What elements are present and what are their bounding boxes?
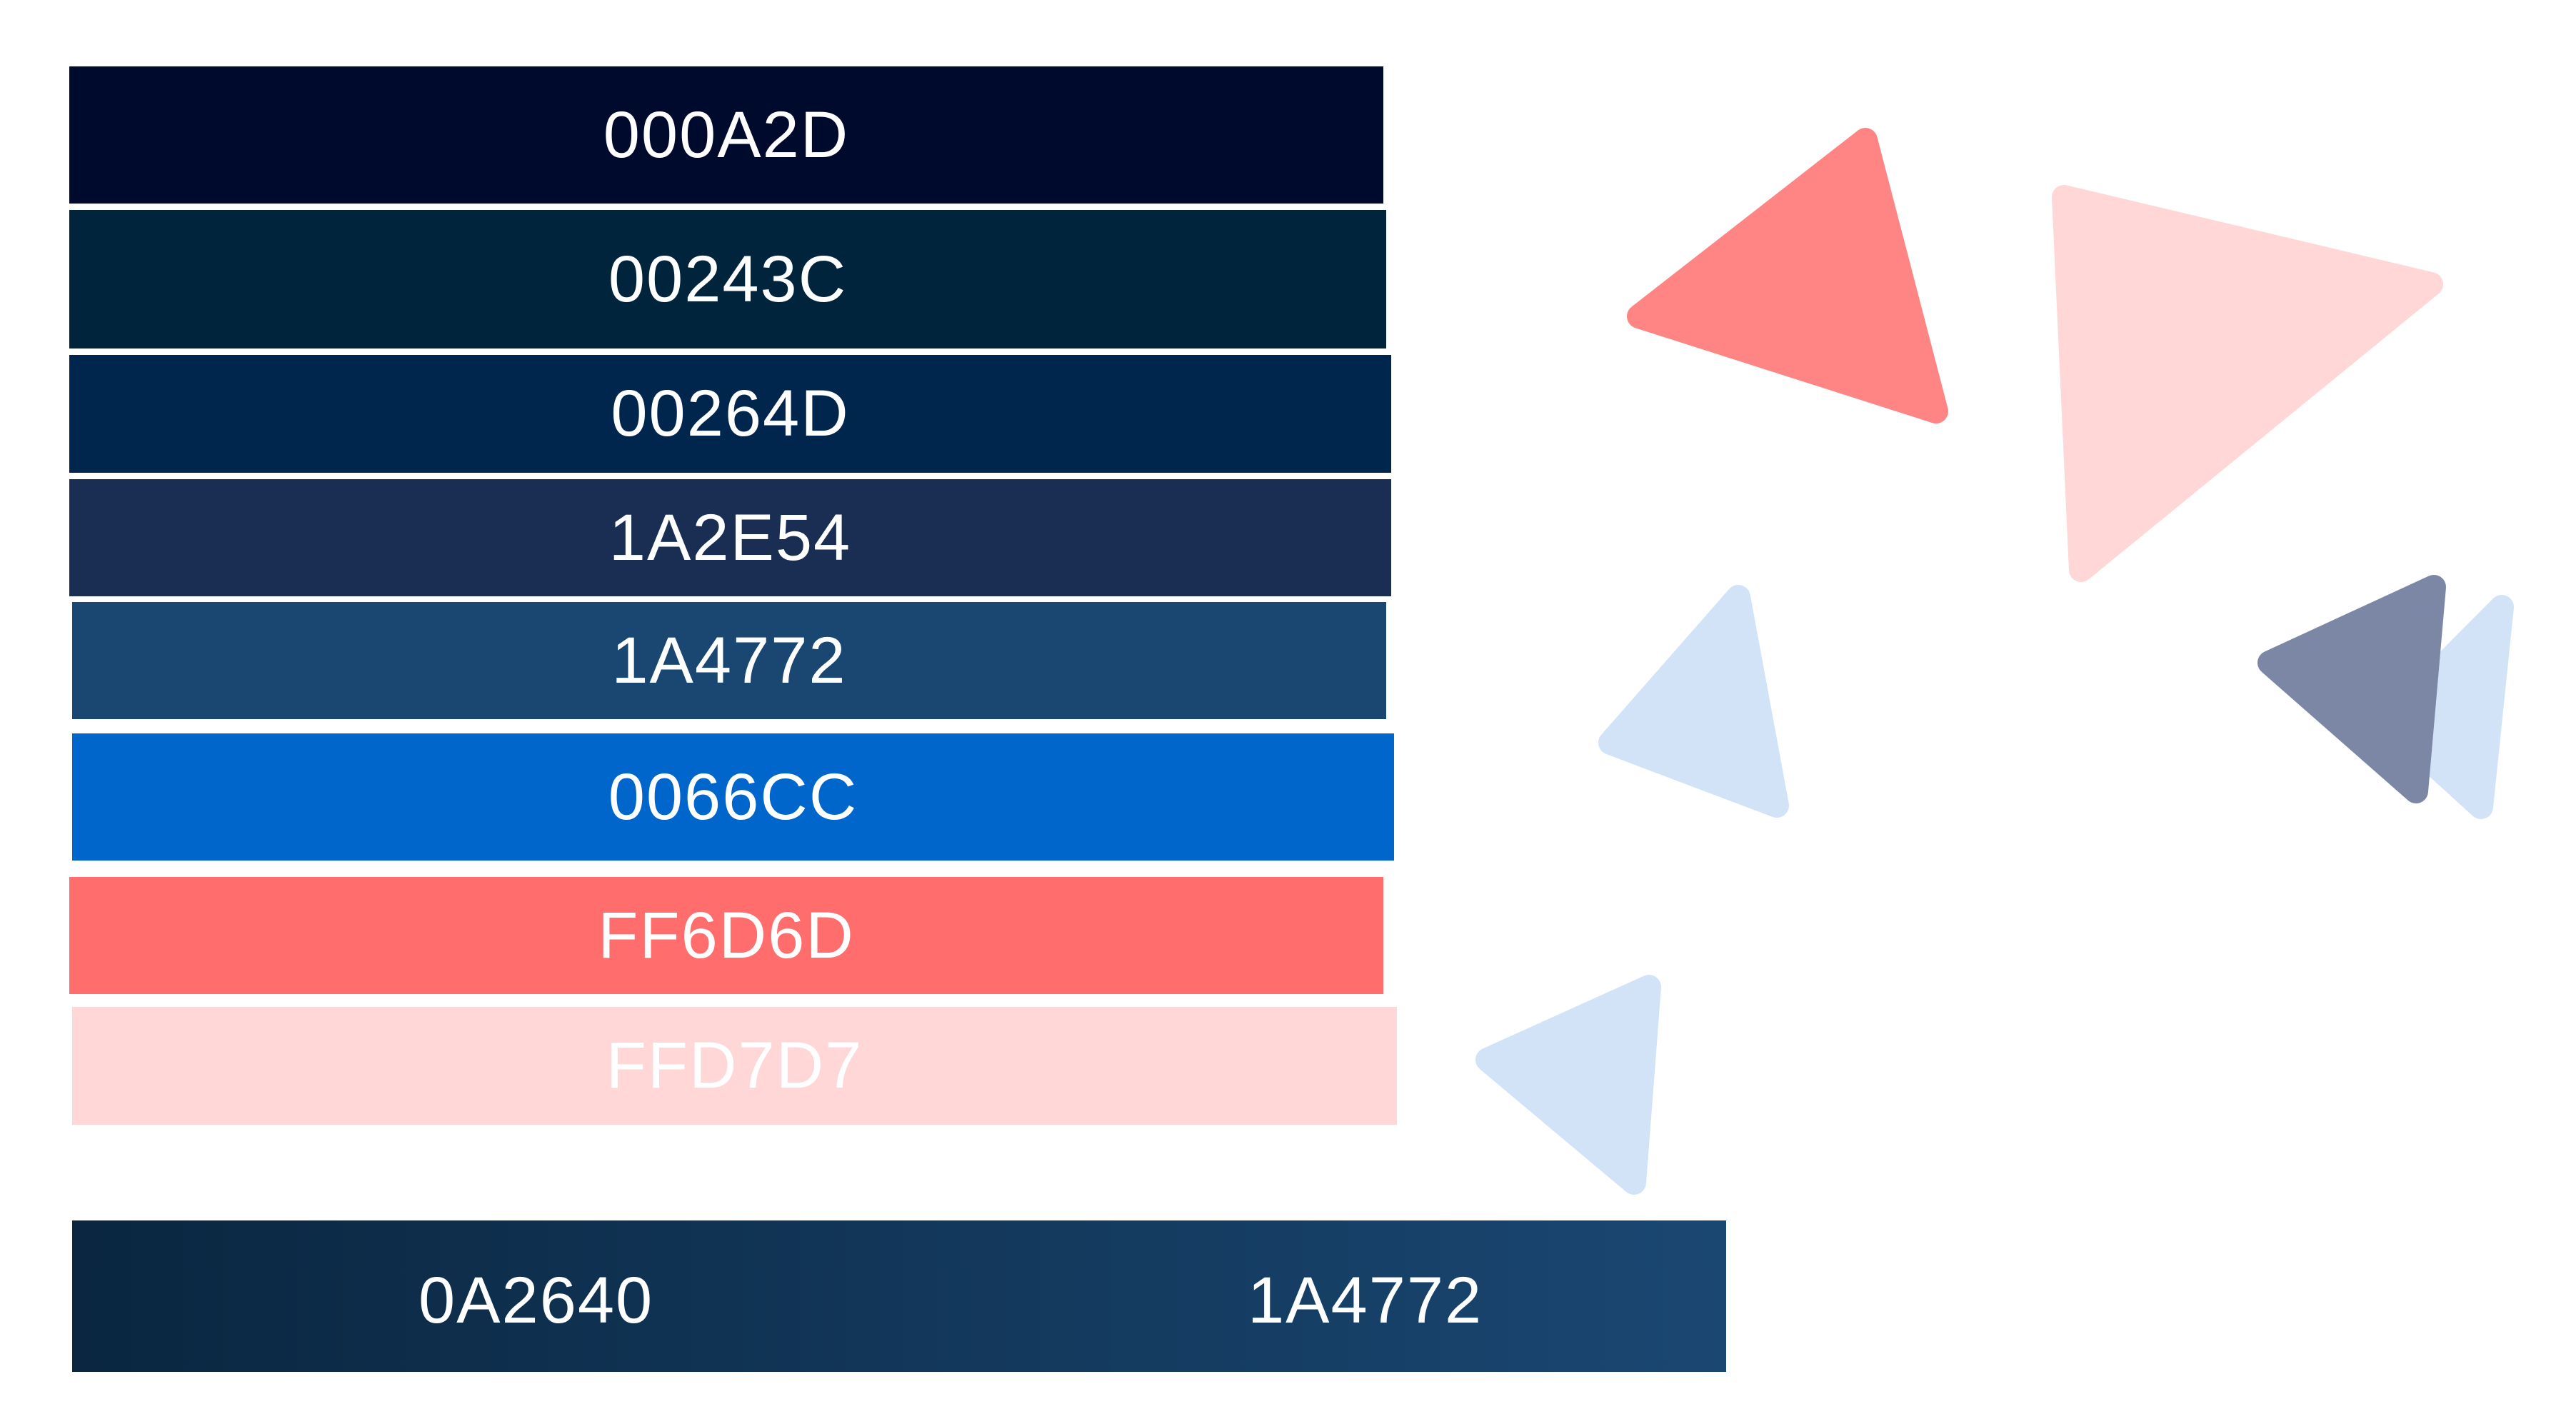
triangle-icon — [1598, 585, 1789, 818]
decorative-triangles — [1475, 128, 2514, 1195]
triangle-icon — [1627, 128, 1948, 423]
triangle-icon — [1475, 975, 1661, 1195]
triangle-icon — [2257, 575, 2446, 803]
triangle-icon — [2052, 185, 2443, 582]
